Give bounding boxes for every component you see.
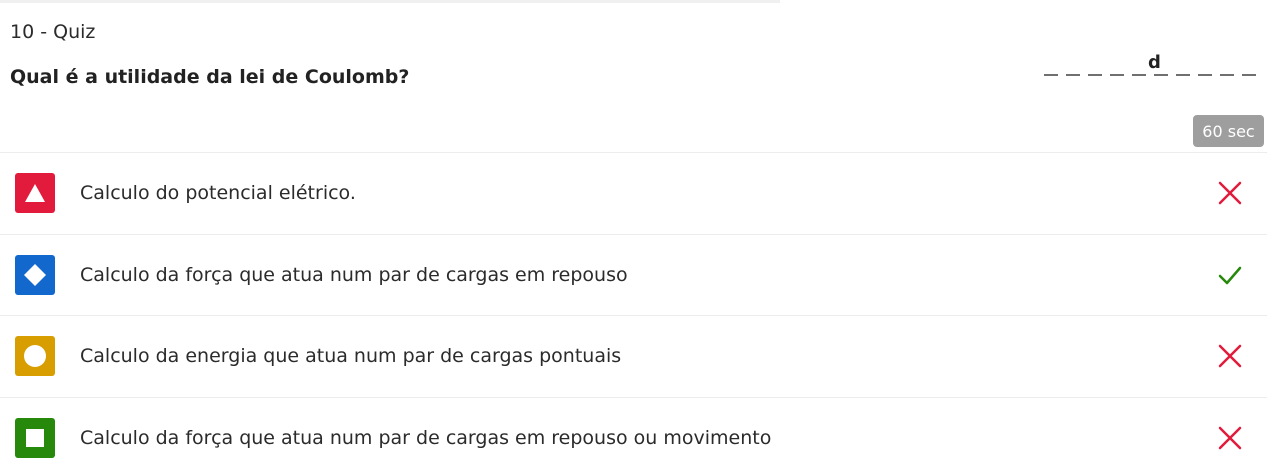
correct-check-icon [1218,266,1242,284]
top-divider [0,0,780,3]
quiz-header: 10 - Quiz [10,21,96,43]
timer-badge: 60 sec [1193,115,1264,147]
option-2-text: Calculo da força que atua num par de car… [80,263,628,286]
option-1-shape-box [15,173,55,214]
option-4-shape-box [15,417,55,458]
option-row-3[interactable]: Calculo da energia que atua num par de c… [0,315,1267,397]
option-1-text: Calculo do potencial elétrico. [80,182,356,205]
option-row-1[interactable]: Calculo do potencial elétrico. [0,152,1267,234]
circle-icon [24,345,46,368]
option-4-text: Calculo da força que atua num par de car… [80,426,772,449]
incorrect-x-icon [1218,426,1242,449]
incorrect-x-icon [1218,182,1242,205]
square-icon [26,428,44,447]
option-2-shape-box [15,254,55,295]
option-row-4[interactable]: Calculo da força que atua num par de car… [0,396,1267,476]
diamond-icon [24,263,46,286]
triangle-icon [25,184,45,203]
option-3-text: Calculo da energia que atua num par de c… [80,345,622,368]
question-text: Qual é a utilidade da lei de Coulomb? [10,66,410,88]
answer-dashes [1044,74,1262,76]
answer-letter: d [1148,52,1161,73]
option-3-shape-box [15,336,55,377]
answer-blank: d [1044,52,1262,82]
options-list: Calculo do potencial elétrico. Calculo d… [0,152,1267,476]
option-row-2[interactable]: Calculo da força que atua num par de car… [0,233,1267,316]
incorrect-x-icon [1218,345,1242,368]
